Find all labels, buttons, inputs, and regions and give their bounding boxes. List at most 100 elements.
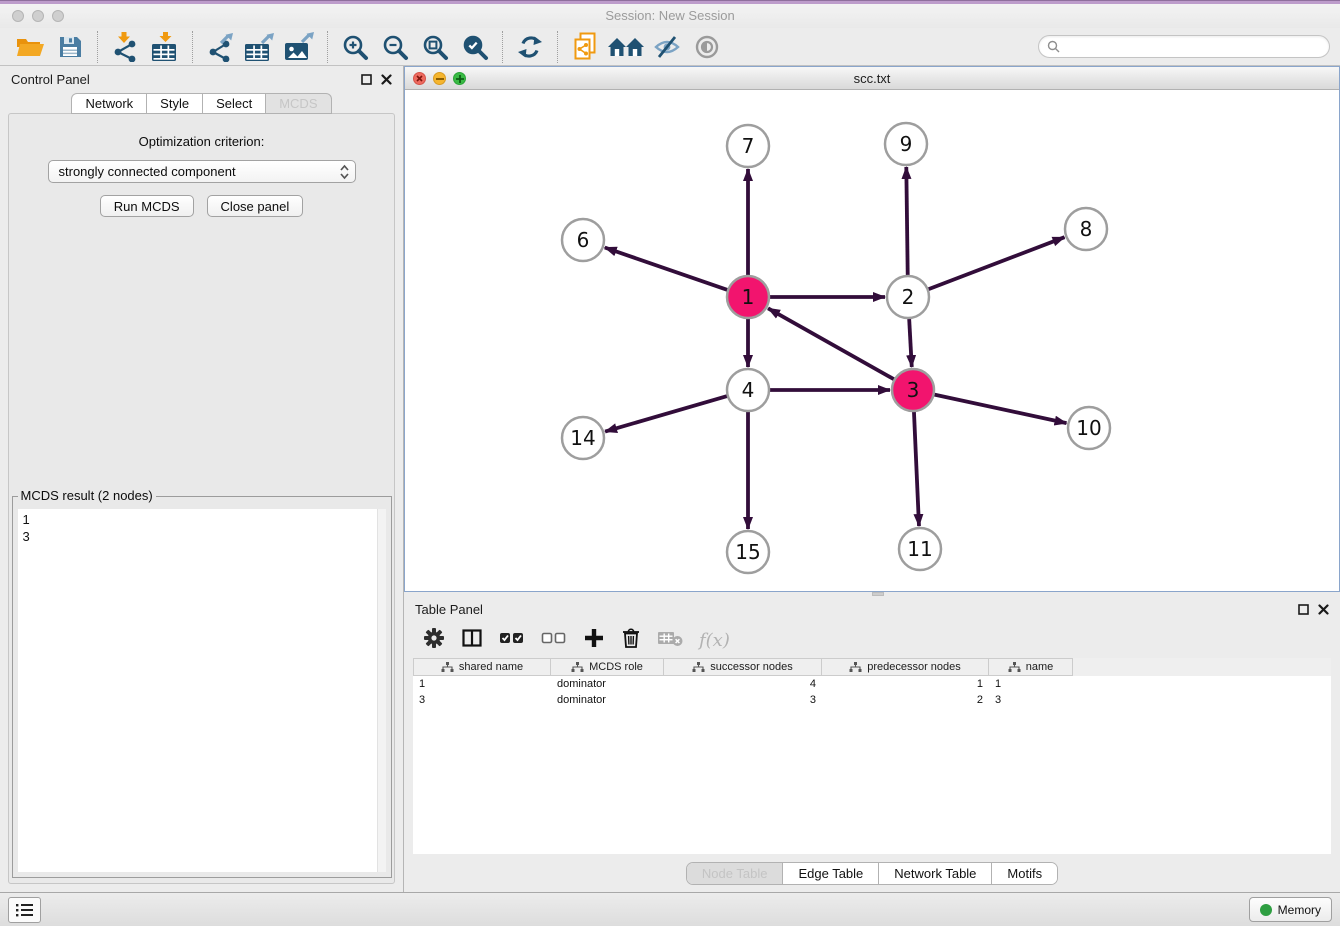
memory-status-icon [1260,904,1272,916]
table-cell[interactable]: dominator [551,678,664,690]
edge-1-6[interactable] [605,248,730,291]
tab-network[interactable]: Network [71,93,147,114]
optimization-criterion-select[interactable]: strongly connected component [48,160,356,183]
zoom-fit-button[interactable] [418,30,452,64]
edge-3-11[interactable] [914,409,919,526]
column-header-successor-nodes[interactable]: successor nodes [664,658,822,676]
import-table-button[interactable] [148,30,182,64]
export-table-button[interactable] [243,30,277,64]
network-frame-titlebar[interactable]: scc.txt [405,67,1339,90]
mcds-result-textarea[interactable]: 13 [18,509,386,872]
table-cell[interactable]: dominator [551,694,664,706]
show-all-button[interactable] [690,30,724,64]
close-window-button[interactable] [12,10,24,22]
column-type-icon [1008,662,1021,673]
add-column-button[interactable] [583,627,605,654]
close-panel-icon[interactable] [381,74,392,85]
panel-splitter[interactable] [404,592,1340,596]
export-image-button[interactable] [283,30,317,64]
column-header-name[interactable]: name [989,658,1073,676]
edge-2-9[interactable] [906,167,907,278]
mcds-panel: Optimization criterion: strongly connect… [8,113,395,884]
plus-icon [583,627,605,649]
new-network-from-selection-button[interactable] [568,30,602,64]
delete-table-button[interactable] [657,628,683,653]
control-panel: Control Panel Network Style Select MCDS … [0,66,404,892]
table-cell[interactable]: 3 [989,694,1073,706]
function-builder-button[interactable]: f(x) [699,630,730,651]
table-cell[interactable]: 3 [664,694,822,706]
apply-layout-button[interactable] [513,30,547,64]
select-all-columns-button[interactable] [499,627,525,654]
tab-style[interactable]: Style [147,93,203,114]
zoom-in-button[interactable] [338,30,372,64]
control-panel-title: Control Panel [11,72,90,87]
edge-3-10[interactable] [932,394,1067,423]
first-neighbors-button[interactable] [608,30,644,64]
export-network-icon [205,32,235,62]
float-panel-icon[interactable] [361,74,372,85]
control-panel-tabs: Network Style Select MCDS [0,93,403,114]
table-cell[interactable]: 2 [822,694,989,706]
deselect-all-columns-button[interactable] [541,627,567,654]
memory-button[interactable]: Memory [1249,897,1332,922]
table-cell[interactable]: 1 [822,678,989,690]
table-body: 1dominator4113dominator323 [413,676,1331,708]
edge-2-3[interactable] [909,316,912,367]
mcds-result-line: 1 [23,511,381,528]
table-cell[interactable]: 1 [413,678,551,690]
table-cell[interactable]: 1 [989,678,1073,690]
show-column-panel-button[interactable] [461,627,483,654]
table-row[interactable]: 1dominator411 [413,676,1331,692]
delete-column-button[interactable] [621,627,641,654]
close-panel-icon[interactable] [1318,604,1329,615]
column-header-predecessor-nodes[interactable]: predecessor nodes [822,658,989,676]
frame-close-button[interactable] [413,72,426,85]
edge-3-1[interactable] [768,308,896,380]
table-cell[interactable]: 4 [664,678,822,690]
tab-node-table[interactable]: Node Table [687,863,783,884]
export-network-button[interactable] [203,30,237,64]
import-network-button[interactable] [108,30,142,64]
edge-4-14[interactable] [605,395,730,431]
open-folder-icon [15,34,45,60]
hide-selected-button[interactable] [650,30,684,64]
column-header-MCDS-role[interactable]: MCDS role [551,658,664,676]
zoom-out-button[interactable] [378,30,412,64]
search-field[interactable] [1038,35,1330,58]
save-session-button[interactable] [53,30,87,64]
zoom-window-button[interactable] [52,10,64,22]
result-scrollbar[interactable] [377,509,386,872]
node-label-1: 1 [742,285,755,309]
edge-2-8[interactable] [926,237,1065,290]
table-settings-button[interactable] [423,627,445,654]
node-label-7: 7 [742,134,755,158]
table-cell[interactable]: 3 [413,694,551,706]
float-panel-icon[interactable] [1298,604,1309,615]
task-history-button[interactable] [8,897,41,923]
table-row[interactable]: 3dominator323 [413,692,1331,708]
frame-minimize-button[interactable] [433,72,446,85]
minimize-window-button[interactable] [32,10,44,22]
frame-maximize-button[interactable] [453,72,466,85]
open-session-button[interactable] [13,30,47,64]
column-header-shared-name[interactable]: shared name [413,658,551,676]
zoom-selected-button[interactable] [458,30,492,64]
splitter-grip[interactable] [872,592,884,596]
tab-edge-table[interactable]: Edge Table [782,863,878,884]
column-header-label: MCDS role [589,661,643,673]
new-network-from-selection-icon [572,32,598,62]
table-panel: Table Panel [404,596,1340,892]
tab-select[interactable]: Select [203,93,266,114]
run-mcds-button[interactable]: Run MCDS [100,195,194,217]
search-input[interactable] [1066,39,1321,54]
network-graph[interactable]: 7968124314101511 [405,90,1339,591]
network-canvas[interactable]: 7968124314101511 [405,90,1339,591]
tab-motifs[interactable]: Motifs [991,863,1057,884]
tab-mcds[interactable]: MCDS [266,93,331,114]
table-toolbar: f(x) [404,622,1340,658]
close-panel-button[interactable]: Close panel [207,195,304,217]
table-header-row: shared name MCDS role successor nodesprede… [413,658,1331,676]
tab-network-table[interactable]: Network Table [878,863,991,884]
memory-label: Memory [1278,903,1321,917]
